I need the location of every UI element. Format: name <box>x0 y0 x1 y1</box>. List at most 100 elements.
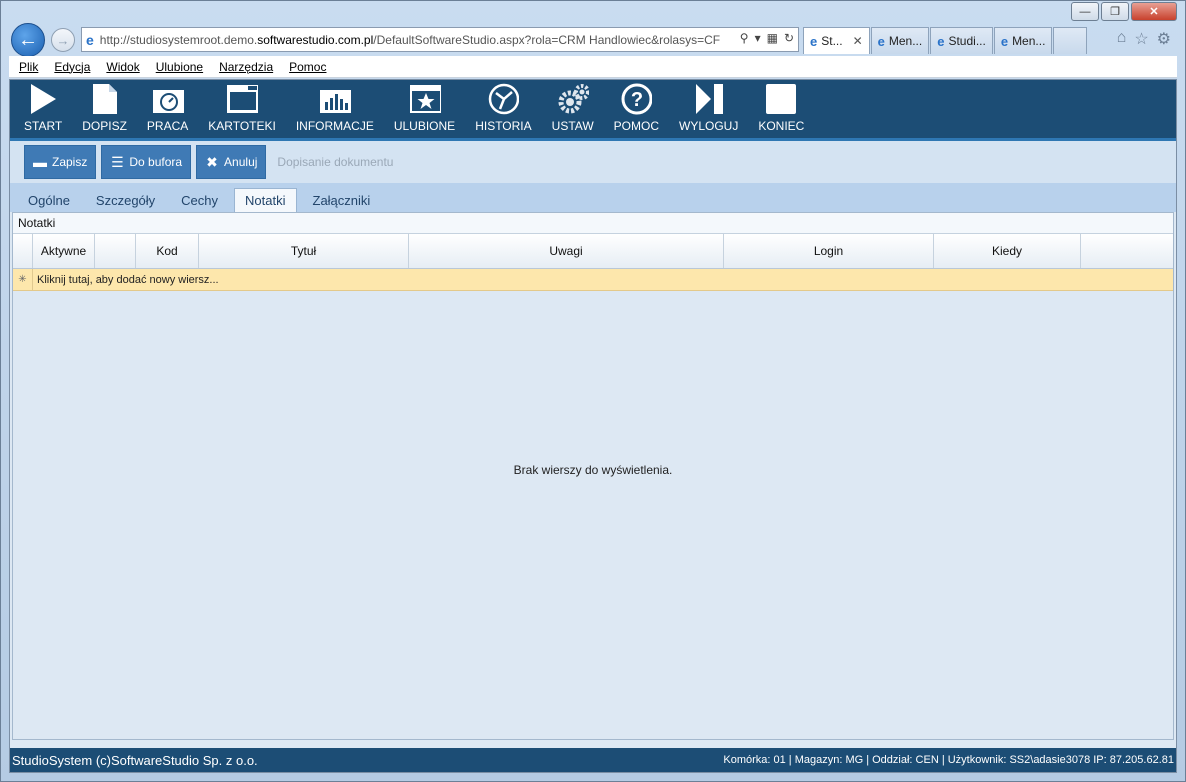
column-header-indicator <box>13 234 33 268</box>
refresh-icon[interactable]: ↻ <box>784 31 794 45</box>
toolbar-ulubione[interactable]: ULUBIONE <box>384 80 465 138</box>
toolbar-label: HISTORIA <box>475 119 532 133</box>
settings-gear-icon[interactable]: ⚙ <box>1157 29 1171 49</box>
browser-tab[interactable]: e Men... <box>870 27 930 54</box>
toolbar-koniec[interactable]: KONIEC <box>748 80 814 138</box>
action-bar: ▬ Zapisz ☰ Do bufora ✖ Anuluj Dopisanie … <box>10 141 1176 183</box>
cancel-button[interactable]: ✖ Anuluj <box>196 145 267 179</box>
toolbar-label: ULUBIONE <box>393 119 456 133</box>
tab-ogolne[interactable]: Ogólne <box>18 188 80 212</box>
empty-grid-message: Brak wierszy do wyświetlenia. <box>513 463 673 477</box>
tab-notatki[interactable]: Notatki <box>234 188 297 212</box>
app-area: START DOPISZ PRACA KARTOTEKI INFORMACJE … <box>9 79 1177 773</box>
ie-tab-icon: e <box>1000 33 1009 49</box>
window-caption-buttons: — ❐ ✕ <box>1071 2 1177 21</box>
add-new-row[interactable]: ✳ Kliknij tutaj, aby dodać nowy wiersz..… <box>13 269 1173 291</box>
buffer-button[interactable]: ☰ Do bufora <box>101 145 192 179</box>
toolbar-kartoteki[interactable]: KARTOTEKI <box>198 80 286 138</box>
logout-icon <box>693 82 725 116</box>
toolbar-wyloguj[interactable]: WYLOGUJ <box>669 80 748 138</box>
toolbar-praca[interactable]: PRACA <box>137 80 198 138</box>
url-suffix: /DefaultSoftwareStudio.aspx?rola=CRM Han… <box>373 32 721 47</box>
ie-tab-icon: e <box>810 33 818 49</box>
address-url: http://studiosystemroot.demo.softwarestu… <box>100 33 720 47</box>
save-button[interactable]: ▬ Zapisz <box>24 145 97 179</box>
new-tab-button[interactable] <box>1053 27 1088 54</box>
menu-item-widok[interactable]: Widok <box>106 60 139 74</box>
browser-tab[interactable]: e St... ✕ <box>803 27 870 54</box>
tab-zalaczniki[interactable]: Załączniki <box>303 188 381 212</box>
status-bar: StudioSystem (c)SoftwareStudio Sp. z o.o… <box>10 748 1176 772</box>
back-button[interactable]: ← <box>11 23 45 57</box>
toolbar-label: INFORMACJE <box>295 119 374 133</box>
minimize-button[interactable]: — <box>1071 2 1099 21</box>
browser-tab[interactable]: e Studi... <box>930 27 993 54</box>
column-header-tytul[interactable]: Tytuł <box>199 234 409 268</box>
dropdown-icon[interactable]: ▾ <box>755 31 761 45</box>
maximize-button[interactable]: ❐ <box>1101 2 1129 21</box>
toolbar-label: START <box>24 119 63 133</box>
help-icon: ? <box>620 82 653 116</box>
toolbar-start[interactable]: START <box>14 80 72 138</box>
toolbar-label: WYLOGUJ <box>679 119 739 133</box>
menu-item-narzedzia[interactable]: Narzędzia <box>219 60 273 74</box>
browser-window: — ❐ ✕ ← → e http://studiosystemroot.demo… <box>0 0 1186 782</box>
browser-tools: ⌂ ☆ ⚙ <box>1117 29 1171 49</box>
menu-item-edycja[interactable]: Edycja <box>54 60 90 74</box>
browser-tab-label: Men... <box>888 34 923 48</box>
document-mode-note: Dopisanie dokumentu <box>277 155 394 169</box>
toolbar-label: PRACA <box>146 119 189 133</box>
toolbar-historia[interactable]: HISTORIA <box>465 80 541 138</box>
svg-text:?: ? <box>631 89 643 111</box>
column-header-filler <box>1081 234 1173 268</box>
status-copyright: StudioSystem (c)SoftwareStudio Sp. z o.o… <box>12 752 258 768</box>
column-header-kiedy[interactable]: Kiedy <box>934 234 1081 268</box>
document-tabs: Ogólne Szczegóły Cechy Notatki Załącznik… <box>10 183 1176 212</box>
forward-button[interactable]: → <box>51 28 75 52</box>
browser-tab-label: St... <box>821 34 843 48</box>
toolbar-dopisz[interactable]: DOPISZ <box>72 80 137 138</box>
toolbar-ustaw[interactable]: USTAW <box>542 80 604 138</box>
gauge-icon <box>152 82 184 116</box>
menu-item-pomoc[interactable]: Pomoc <box>289 60 326 74</box>
toolbar-label: USTAW <box>551 119 594 133</box>
menu-item-ulubione[interactable]: Ulubione <box>156 60 203 74</box>
column-header-uwagi[interactable]: Uwagi <box>409 234 724 268</box>
browser-tab[interactable]: e Men... <box>993 27 1053 54</box>
column-header-login[interactable]: Login <box>724 234 934 268</box>
save-icon: ▬ <box>33 154 47 170</box>
status-session-info: Komórka: 01 | Magazyn: MG | Oddział: CEN… <box>723 754 1174 766</box>
save-button-label: Zapisz <box>52 155 88 169</box>
url-prefix: http://studiosystemroot.demo. <box>99 32 258 47</box>
toolbar-label: POMOC <box>613 119 659 133</box>
play-icon <box>27 82 59 116</box>
browser-tab-label: Studi... <box>948 34 986 48</box>
column-header-aktywne[interactable]: Aktywne <box>33 234 95 268</box>
close-window-button[interactable]: ✕ <box>1131 2 1177 21</box>
url-domain: softwarestudio.com.pl <box>257 32 374 47</box>
grid-header: Aktywne Kod Tytuł Uwagi Login Kiedy <box>13 233 1173 269</box>
compat-view-icon[interactable]: ▦ <box>767 31 778 45</box>
search-icon[interactable]: ⚲ <box>740 31 749 45</box>
tab-cechy[interactable]: Cechy <box>171 188 228 212</box>
address-tools: ⚲ ▾ ▦ ↻ <box>735 31 794 45</box>
toolbar-label: DOPISZ <box>82 119 127 133</box>
column-header-blank[interactable] <box>95 234 136 268</box>
column-header-kod[interactable]: Kod <box>136 234 199 268</box>
document-icon <box>89 82 121 116</box>
favorites-star-icon[interactable]: ☆ <box>1134 29 1148 49</box>
browser-tab-label: Men... <box>1012 34 1046 48</box>
tab-szczegoly[interactable]: Szczegóły <box>86 188 165 212</box>
home-icon[interactable]: ⌂ <box>1117 29 1127 49</box>
menu-item-plik[interactable]: Plik <box>19 60 38 74</box>
main-toolbar: START DOPISZ PRACA KARTOTEKI INFORMACJE … <box>10 80 1176 141</box>
gears-icon <box>557 82 589 116</box>
address-bar[interactable]: e http://studiosystemroot.demo.softwares… <box>81 27 799 52</box>
menu-bar: Plik Edycja Widok Ulubione Narzędzia Pom… <box>9 56 1177 78</box>
close-tab-icon[interactable]: ✕ <box>853 34 863 48</box>
forward-arrow-icon: → <box>56 32 70 48</box>
ie-tab-icon: e <box>877 33 885 49</box>
back-arrow-icon: ← <box>18 28 38 51</box>
toolbar-pomoc[interactable]: ? POMOC <box>604 80 669 138</box>
toolbar-informacje[interactable]: INFORMACJE <box>286 80 384 138</box>
